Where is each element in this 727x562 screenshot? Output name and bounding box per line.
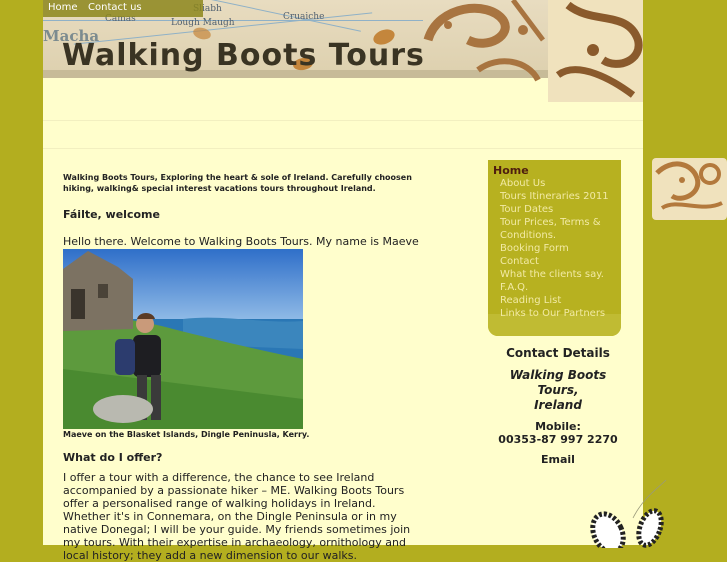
menu-item-tours-itineraries[interactable]: Tours Itineraries 2011 — [488, 190, 621, 203]
menu-item-reading-list[interactable]: Reading List — [488, 294, 621, 307]
mobile-number: 00353-87 997 2270 — [498, 433, 618, 446]
menu-item-about-us[interactable]: About Us — [488, 177, 621, 190]
menu-item-booking-form[interactable]: Booking Form — [488, 242, 621, 255]
boot-prints-decoration — [590, 479, 667, 548]
map-label: Cruaiche — [283, 12, 325, 22]
menu-item-tour-dates[interactable]: Tour Dates — [488, 203, 621, 216]
company-name-line: Walking Boots — [509, 368, 607, 382]
company-name-line: Ireland — [534, 398, 582, 412]
contact-title: Contact Details — [506, 346, 610, 360]
menu-item-faq[interactable]: F.A.Q. — [488, 281, 621, 294]
company-name-line: Tours, — [537, 383, 579, 397]
contact-company-name: Walking Boots Tours, Ireland — [488, 368, 628, 413]
offer-heading: What do I offer? — [63, 451, 163, 464]
guide-photo — [63, 249, 303, 429]
email-label: Email — [541, 453, 575, 466]
nav-contact-link[interactable]: Contact us — [88, 2, 142, 13]
divider — [43, 120, 643, 121]
map-label: Lough Maugh — [171, 18, 235, 28]
main-content: Walking Boots Tours, Exploring the heart… — [63, 172, 428, 562]
nav-home-link[interactable]: Home — [48, 2, 78, 13]
sidebar-menu: Home About Us Tours Itineraries 2011 Tou… — [488, 160, 621, 336]
photo-caption: Maeve on the Blasket Islands, Dingle Pen… — [63, 430, 310, 439]
menu-item-tour-prices[interactable]: Tour Prices, Terms & — [488, 216, 621, 229]
tribal-pattern-decoration — [423, 0, 643, 102]
page-container: Macha Sliabh Lough Maugh Cruaiche Camas … — [43, 0, 667, 562]
mobile-label: Mobile: — [535, 420, 581, 433]
menu-item-conditions[interactable]: Conditions. — [488, 229, 621, 242]
offer-text: I offer a tour with a difference, the ch… — [63, 471, 411, 562]
top-nav: Home Contact us — [43, 0, 203, 17]
menu-item-contact[interactable]: Contact — [488, 255, 621, 268]
menu-item-home[interactable]: Home — [488, 164, 621, 177]
menu-item-partners[interactable]: Links to Our Partners — [488, 307, 621, 320]
site-title: Walking Boots Tours — [62, 38, 425, 73]
menu-item-testimonials[interactable]: What the clients say. — [488, 268, 621, 281]
intro-text: Walking Boots Tours, Exploring the heart… — [63, 173, 412, 193]
divider — [43, 148, 643, 149]
side-decoration — [652, 158, 727, 220]
welcome-heading: Fáilte, welcome — [63, 208, 160, 221]
contact-details: Contact Details Walking Boots Tours, Ire… — [488, 346, 628, 466]
